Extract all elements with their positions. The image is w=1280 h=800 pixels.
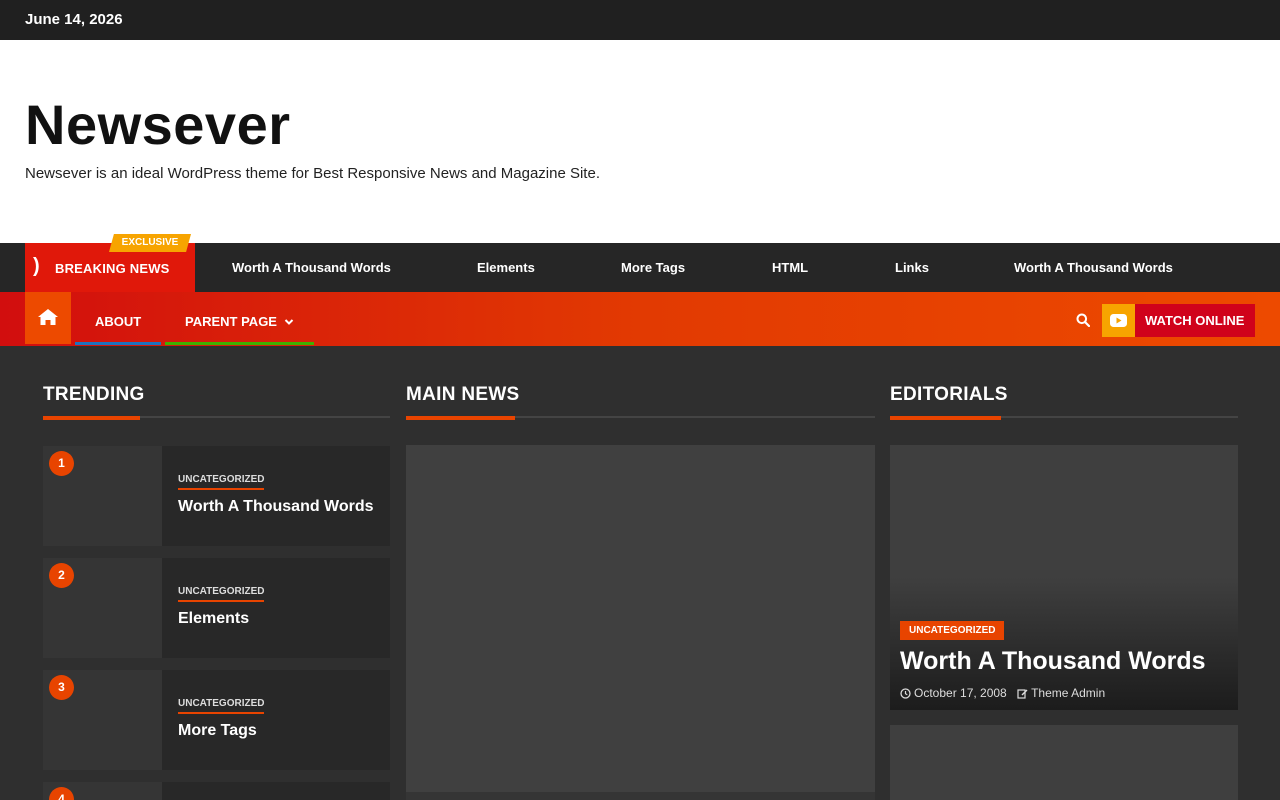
youtube-icon-box — [1102, 304, 1135, 337]
news-ticker: Worth A Thousand Words Elements More Tag… — [195, 243, 1280, 292]
nav-item-about[interactable]: ABOUT — [95, 314, 141, 329]
top-bar: June 14, 2026 — [0, 0, 1280, 40]
trending-title[interactable]: Elements — [178, 610, 249, 628]
trending-rank: 2 — [49, 563, 74, 588]
section-title-editorials: EDITORIALS — [890, 384, 1008, 405]
trending-item[interactable]: 2 UNCATEGORIZED Elements — [43, 558, 390, 658]
category-link[interactable]: UNCATEGORIZED — [178, 586, 265, 602]
watch-online-button[interactable]: WATCH ONLINE — [1102, 304, 1255, 337]
category-link[interactable]: UNCATEGORIZED — [178, 698, 265, 714]
nav-item-parent-page[interactable]: PARENT PAGE — [185, 314, 294, 329]
chevron-down-icon — [284, 319, 293, 325]
ticker-item[interactable]: HTML — [772, 260, 808, 275]
main-news-card[interactable] — [406, 792, 875, 800]
nav-item-parent-page-label: PARENT PAGE — [185, 314, 277, 329]
trending-item[interactable]: 3 UNCATEGORIZED More Tags — [43, 670, 390, 770]
pencil-icon — [1017, 689, 1028, 699]
trending-item[interactable]: 1 UNCATEGORIZED Worth A Thousand Words — [43, 446, 390, 546]
editorial-meta: October 17, 2008 Theme Admin — [900, 686, 1105, 700]
main-navigation: ABOUT PARENT PAGE WATCH ONLINE — [0, 292, 1280, 346]
clock-icon — [900, 688, 911, 699]
trending-rank: 3 — [49, 675, 74, 700]
exclusive-badge-text: EXCLUSIVE — [121, 237, 179, 248]
breaking-news-bar: EXCLUSIVE ) BREAKING NEWS Worth A Thousa… — [0, 234, 1280, 292]
section-accent — [890, 416, 1001, 420]
section-accent — [43, 416, 140, 420]
breaking-news-text: BREAKING NEWS — [55, 261, 170, 276]
current-date: June 14, 2026 — [25, 11, 123, 28]
search-icon[interactable] — [1076, 313, 1091, 332]
post-date[interactable]: October 17, 2008 — [914, 686, 1007, 700]
trending-rank: 1 — [49, 451, 74, 476]
ticker-item[interactable]: Worth A Thousand Words — [232, 260, 391, 275]
main-news-card[interactable] — [406, 445, 875, 792]
watch-online-label: WATCH ONLINE — [1145, 313, 1245, 328]
category-link[interactable]: UNCATEGORIZED — [178, 474, 265, 490]
section-title-trending: TRENDING — [43, 384, 145, 405]
ticker-item[interactable]: Worth A Thousand Words — [1014, 260, 1173, 275]
trending-item[interactable]: 4 — [43, 782, 390, 800]
category-badge[interactable]: UNCATEGORIZED — [900, 621, 1005, 640]
editorial-card[interactable]: UNCATEGORIZED Worth A Thousand Words Oct… — [890, 445, 1238, 710]
trending-title[interactable]: Worth A Thousand Words — [178, 498, 374, 516]
site-title[interactable]: Newsever — [25, 97, 291, 153]
post-author[interactable]: Theme Admin — [1031, 686, 1105, 700]
home-icon — [38, 309, 58, 325]
exclusive-badge: EXCLUSIVE — [109, 234, 191, 252]
site-description: Newsever is an ideal WordPress theme for… — [25, 165, 600, 182]
bracket-arrow-icon: ) — [33, 255, 40, 277]
trending-title[interactable]: More Tags — [178, 722, 257, 740]
youtube-icon — [1110, 314, 1127, 327]
nav-about-underline — [75, 342, 161, 345]
editorial-card[interactable] — [890, 725, 1238, 800]
section-title-main-news: MAIN NEWS — [406, 384, 520, 405]
editorial-title[interactable]: Worth A Thousand Words — [900, 647, 1206, 676]
site-header: Newsever Newsever is an ideal WordPress … — [0, 40, 1280, 243]
ticker-item[interactable]: Links — [895, 260, 929, 275]
breaking-news-label: EXCLUSIVE ) BREAKING NEWS — [25, 234, 195, 292]
nav-parent-page-underline — [165, 342, 314, 345]
ticker-item[interactable]: Elements — [477, 260, 535, 275]
ticker-item[interactable]: More Tags — [621, 260, 685, 275]
section-accent — [406, 416, 515, 420]
home-button[interactable] — [25, 292, 71, 344]
